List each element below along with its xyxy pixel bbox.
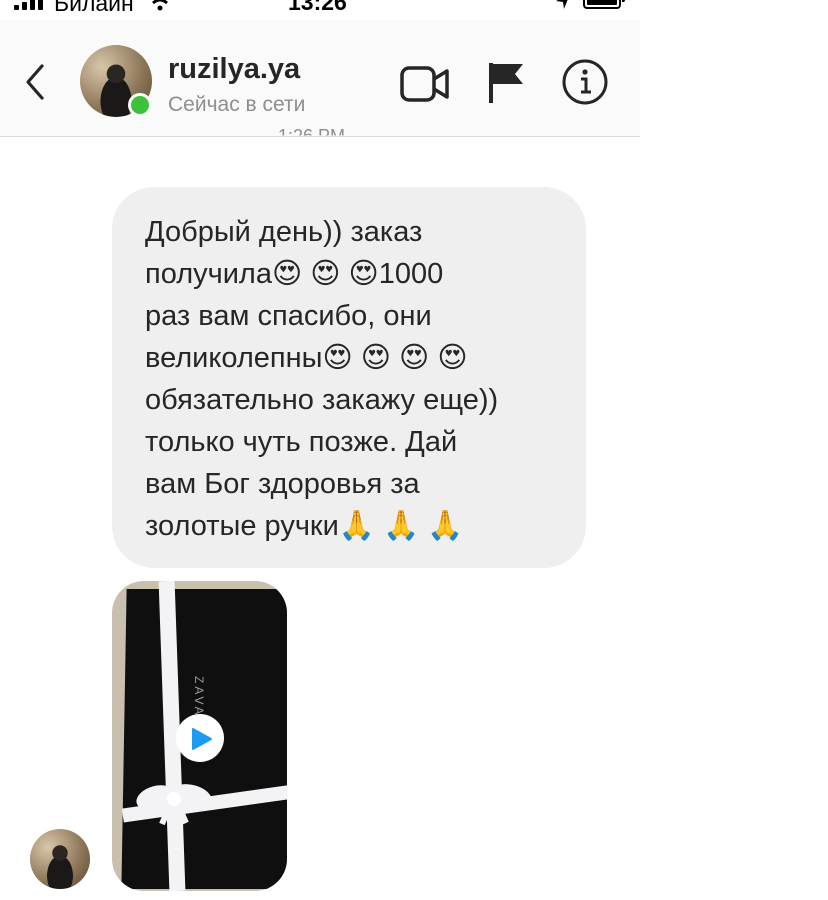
battery-tip [622, 0, 625, 2]
video-call-button[interactable] [400, 64, 450, 109]
message-line: великолепны😍 😍 😍 😍 [145, 342, 468, 374]
message-line: золотые ручки🙏 🙏 🙏 [145, 510, 464, 542]
signal-strength-icon [14, 0, 43, 10]
info-button[interactable] [561, 58, 609, 111]
chat-header: ruzilya.ya Сейчас в сети [0, 20, 640, 137]
play-button[interactable] [176, 714, 224, 762]
message-bubble[interactable]: Добрый день)) заказ получила😍 😍 😍1000 ра… [112, 187, 586, 568]
clock: 13:26 [288, 0, 347, 15]
ribbon-bow [136, 784, 212, 826]
battery-icon [583, 0, 621, 9]
message-line: вам Бог здоровья за [145, 468, 420, 500]
presence-status: Сейчас в сети [168, 93, 306, 116]
message-line: обязательно закажу еще)) [145, 384, 499, 416]
message-line: получила😍 😍 😍1000 [145, 258, 444, 290]
profile-avatar[interactable] [80, 45, 152, 117]
info-icon [562, 59, 608, 105]
location-arrow-icon [554, 0, 572, 17]
flag-icon [489, 63, 523, 103]
video-message[interactable]: ZAVA [112, 581, 287, 891]
play-icon [192, 728, 212, 750]
message-line: только чуть позже. Дай [145, 426, 458, 458]
chat-username[interactable]: ruzilya.ya [168, 53, 300, 86]
message-line: Добрый день)) заказ [145, 216, 423, 248]
box-brand-text: ZAVA [192, 676, 206, 718]
chevron-left-icon [26, 64, 44, 100]
report-button[interactable] [487, 60, 527, 109]
status-bar: Билайн 13:26 [0, 0, 640, 18]
carrier-name: Билайн [54, 0, 134, 16]
video-camera-icon [400, 66, 449, 102]
sender-avatar[interactable] [30, 829, 90, 889]
wifi-icon [146, 0, 174, 17]
message-line: раз вам спасибо, они [145, 300, 432, 332]
online-status-dot [128, 93, 152, 117]
back-button[interactable] [20, 62, 52, 102]
